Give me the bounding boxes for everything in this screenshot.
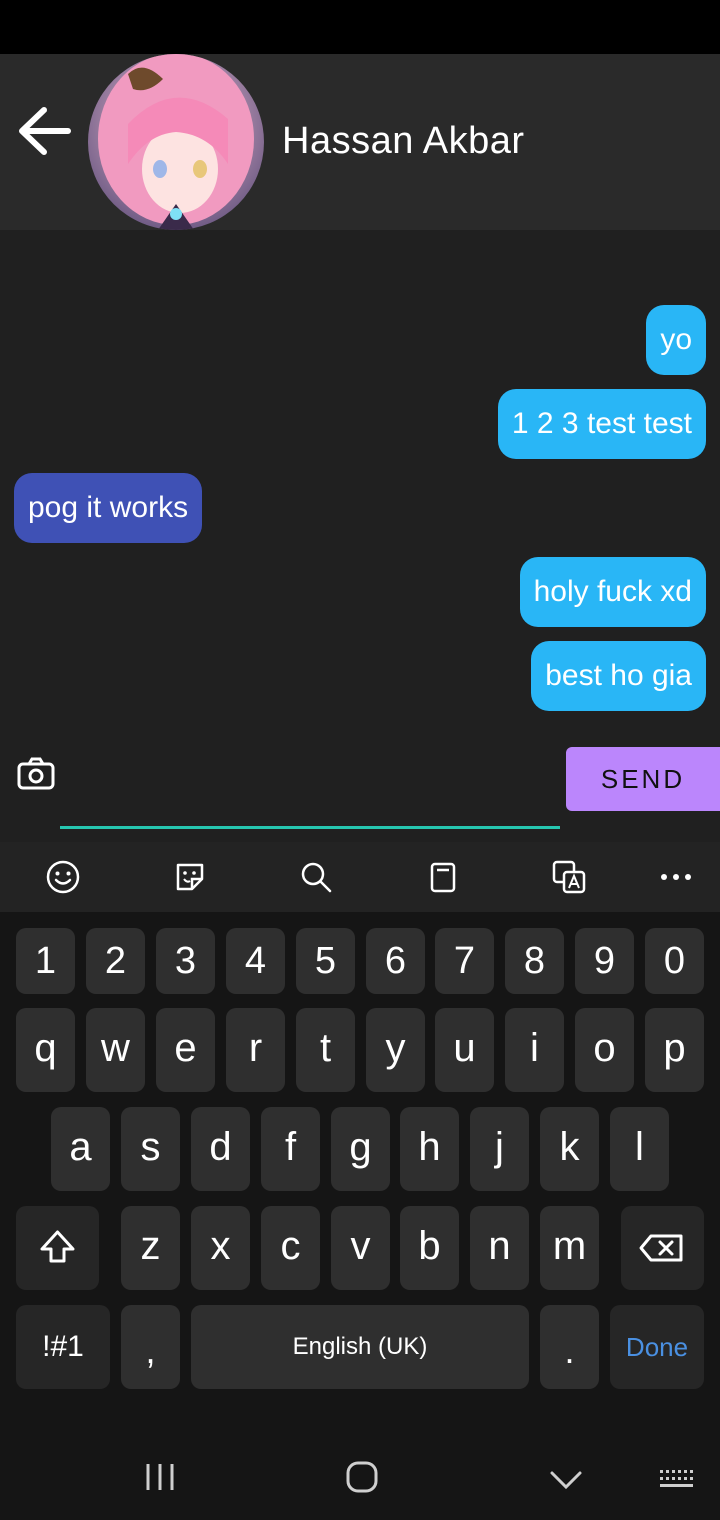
search-button[interactable]: [298, 859, 334, 895]
key-9[interactable]: 9: [575, 928, 634, 994]
input-underline: [60, 826, 560, 829]
avatar[interactable]: [88, 54, 264, 230]
key-l[interactable]: l: [610, 1107, 669, 1191]
key-k[interactable]: k: [540, 1107, 599, 1191]
keyboard-switch-button[interactable]: [656, 1460, 696, 1505]
clipboard-button[interactable]: [425, 859, 461, 895]
camera-icon: [17, 757, 55, 790]
key-2[interactable]: 2: [86, 928, 145, 994]
keyboard: 1 2 3 4 5 6 7 8 9 0 q w e r t y u i o p …: [0, 912, 720, 1410]
camera-button[interactable]: [16, 754, 56, 794]
backspace-key[interactable]: [621, 1206, 704, 1290]
backspace-icon: [639, 1234, 683, 1262]
key-b[interactable]: b: [400, 1206, 459, 1290]
anime-avatar-image: [88, 54, 264, 230]
message-bubble-incoming[interactable]: pog it works: [14, 473, 203, 543]
key-a[interactable]: a: [51, 1107, 110, 1191]
emoji-icon: [46, 860, 80, 894]
key-m[interactable]: m: [540, 1206, 599, 1290]
key-1[interactable]: 1: [16, 928, 75, 994]
key-j[interactable]: j: [470, 1107, 529, 1191]
key-3[interactable]: 3: [156, 928, 215, 994]
more-options-button[interactable]: [658, 859, 694, 895]
back-button[interactable]: [12, 98, 78, 164]
key-q[interactable]: q: [16, 1008, 75, 1092]
translate-icon: [552, 860, 586, 894]
key-0[interactable]: 0: [645, 928, 704, 994]
key-r[interactable]: r: [226, 1008, 285, 1092]
message-bubble-outgoing[interactable]: yo: [646, 305, 706, 375]
key-6[interactable]: 6: [366, 928, 425, 994]
key-s[interactable]: s: [121, 1107, 180, 1191]
symbols-key[interactable]: !#1: [16, 1305, 110, 1389]
key-4[interactable]: 4: [226, 928, 285, 994]
search-icon: [301, 862, 332, 893]
period-key[interactable]: .: [540, 1305, 599, 1389]
key-y[interactable]: y: [366, 1008, 425, 1092]
key-p[interactable]: p: [645, 1008, 704, 1092]
sticker-icon: [176, 863, 204, 891]
key-z[interactable]: z: [121, 1206, 180, 1290]
key-g[interactable]: g: [331, 1107, 390, 1191]
key-7[interactable]: 7: [435, 928, 494, 994]
recent-apps-button[interactable]: [140, 1458, 180, 1503]
key-f[interactable]: f: [261, 1107, 320, 1191]
message-bubble-outgoing[interactable]: 1 2 3 test test: [497, 389, 706, 459]
navigation-bar: [0, 1410, 720, 1520]
done-key[interactable]: Done: [610, 1305, 704, 1389]
arrow-back-icon: [19, 107, 71, 155]
key-v[interactable]: v: [331, 1206, 390, 1290]
key-h[interactable]: h: [400, 1107, 459, 1191]
sticker-button[interactable]: [172, 859, 208, 895]
space-key[interactable]: English (UK): [191, 1305, 529, 1389]
key-x[interactable]: x: [191, 1206, 250, 1290]
key-n[interactable]: n: [470, 1206, 529, 1290]
key-d[interactable]: d: [191, 1107, 250, 1191]
chevron-down-icon: [550, 1471, 582, 1490]
key-u[interactable]: u: [435, 1008, 494, 1092]
message-list[interactable]: yo 1 2 3 test test pog it works holy fuc…: [0, 230, 720, 842]
send-button[interactable]: SEND: [566, 747, 720, 811]
key-t[interactable]: t: [296, 1008, 355, 1092]
home-button[interactable]: [343, 1458, 383, 1503]
key-c[interactable]: c: [261, 1206, 320, 1290]
key-8[interactable]: 8: [505, 928, 564, 994]
emoji-button[interactable]: [45, 859, 81, 895]
message-bubble-outgoing[interactable]: best ho gia: [531, 641, 706, 711]
shift-icon: [40, 1230, 75, 1263]
keyboard-toolbar: [0, 842, 720, 912]
clipboard-icon: [430, 862, 456, 893]
translate-button[interactable]: [551, 859, 587, 895]
key-o[interactable]: o: [575, 1008, 634, 1092]
message-input[interactable]: [60, 748, 560, 822]
chat-header: Hassan Akbar: [0, 54, 720, 230]
home-icon: [346, 1461, 378, 1493]
message-bubble-outgoing[interactable]: holy fuck xd: [519, 557, 706, 627]
status-bar: [0, 0, 720, 54]
key-w[interactable]: w: [86, 1008, 145, 1092]
key-i[interactable]: i: [505, 1008, 564, 1092]
keyboard-icon: [660, 1470, 693, 1487]
contact-name: Hassan Akbar: [282, 120, 525, 162]
hide-keyboard-button[interactable]: [546, 1460, 586, 1505]
key-5[interactable]: 5: [296, 928, 355, 994]
shift-key[interactable]: [16, 1206, 99, 1290]
recent-apps-icon: [146, 1464, 174, 1490]
more-horizontal-icon: [661, 874, 691, 880]
key-e[interactable]: e: [156, 1008, 215, 1092]
comma-key[interactable]: ,: [121, 1305, 180, 1389]
